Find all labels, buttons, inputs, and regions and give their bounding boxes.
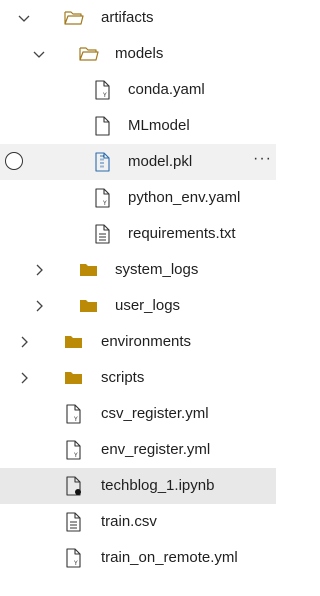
svg-text:Y: Y xyxy=(73,452,78,459)
chevron-down-icon[interactable] xyxy=(30,45,48,63)
tree-item-label: model.pkl xyxy=(128,153,193,170)
tree-item-requirements-txt[interactable]: requirements.txt xyxy=(0,216,276,252)
text-file-icon xyxy=(95,224,110,244)
tree-item-scripts[interactable]: scripts xyxy=(0,360,276,396)
yaml-file-icon: Y xyxy=(95,80,110,100)
tree-item-system-logs[interactable]: system_logs xyxy=(0,252,276,288)
folder-icon xyxy=(65,372,82,384)
svg-text:Y: Y xyxy=(73,416,78,423)
tree-item-train-csv[interactable]: train.csv xyxy=(0,504,276,540)
chevron-down-icon[interactable] xyxy=(15,9,33,27)
chevron-right-icon[interactable] xyxy=(30,261,48,279)
text-file-icon xyxy=(66,512,81,532)
tree-item-label: csv_register.yml xyxy=(101,405,209,422)
tree-item-csv-register-yml[interactable]: Y csv_register.yml xyxy=(0,396,276,432)
tree-item-label: system_logs xyxy=(115,261,199,278)
tree-item-models[interactable]: models xyxy=(0,36,276,72)
yaml-file-icon: Y xyxy=(95,188,110,208)
tree-item-label: techblog_1.ipynb xyxy=(101,477,215,494)
tree-item-techblog-ipynb[interactable]: techblog_1.ipynb xyxy=(0,468,276,504)
more-actions-icon[interactable]: ··· xyxy=(253,150,272,168)
tree-item-label: env_register.yml xyxy=(101,441,211,458)
tree-item-label: environments xyxy=(101,333,192,350)
tree-item-python-env-yaml[interactable]: Y python_env.yaml xyxy=(0,180,276,216)
folder-icon xyxy=(80,300,97,312)
tree-item-label: artifacts xyxy=(101,9,154,26)
chevron-right-icon[interactable] xyxy=(15,369,33,387)
tree-item-label: train.csv xyxy=(101,513,157,530)
svg-text:Y: Y xyxy=(102,200,107,207)
folder-open-outline-icon xyxy=(79,47,99,61)
tree-item-label: train_on_remote.yml xyxy=(101,549,238,566)
tree-item-environments[interactable]: environments xyxy=(0,324,276,360)
binary-file-icon xyxy=(95,152,110,172)
svg-text:Y: Y xyxy=(73,560,78,567)
folder-icon xyxy=(80,264,97,276)
tree-item-label: MLmodel xyxy=(128,117,190,134)
folder-open-outline-icon xyxy=(64,11,84,25)
tree-item-conda-yaml[interactable]: Y conda.yaml xyxy=(0,72,276,108)
notebook-file-icon xyxy=(66,476,81,496)
tree-item-mlmodel[interactable]: MLmodel xyxy=(0,108,276,144)
tree-item-artifacts[interactable]: artifacts xyxy=(0,0,276,36)
svg-text:Y: Y xyxy=(102,92,107,99)
yaml-file-icon: Y xyxy=(66,548,81,568)
file-icon xyxy=(95,116,110,136)
tree-item-label: python_env.yaml xyxy=(128,189,241,206)
tree-item-user-logs[interactable]: user_logs xyxy=(0,288,276,324)
yaml-file-icon: Y xyxy=(66,440,81,460)
chevron-right-icon[interactable] xyxy=(15,333,33,351)
tree-item-label: conda.yaml xyxy=(128,81,205,98)
chevron-right-icon[interactable] xyxy=(30,297,48,315)
select-radio[interactable] xyxy=(5,152,23,170)
tree-item-train-on-remote-yml[interactable]: Y train_on_remote.yml xyxy=(0,540,276,576)
yaml-file-icon: Y xyxy=(66,404,81,424)
tree-item-label: models xyxy=(115,45,164,62)
folder-icon xyxy=(65,336,82,348)
tree-item-label: user_logs xyxy=(115,297,181,314)
tree-item-label: requirements.txt xyxy=(128,225,236,242)
tree-item-label: scripts xyxy=(101,369,145,386)
tree-item-env-register-yml[interactable]: Y env_register.yml xyxy=(0,432,276,468)
tree-item-model-pkl[interactable]: model.pkl ··· xyxy=(0,144,276,180)
